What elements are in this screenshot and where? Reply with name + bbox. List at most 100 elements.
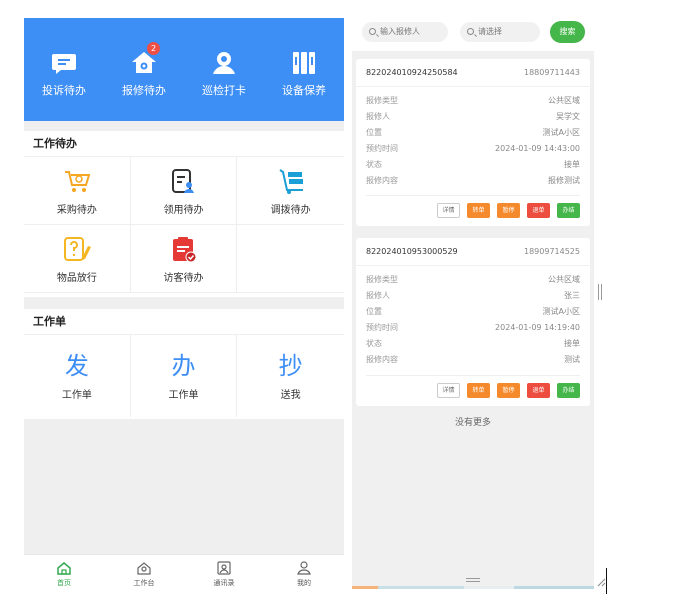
reporter-placeholder: 输入报修人 [380, 27, 420, 36]
transfer-button[interactable]: 转单 [467, 203, 490, 218]
select-placeholder: 请选择 [478, 27, 502, 36]
todo-item-release[interactable]: 物品放行 [24, 225, 131, 293]
home-icon [56, 560, 72, 576]
bottom-drag-area [352, 575, 594, 589]
card-row: 报修人 张三 [356, 287, 590, 303]
card-row: 报修内容 测试 [356, 351, 590, 367]
todo-label: 调拨待办 [270, 204, 311, 216]
todo-purchase[interactable]: 采购待办 [24, 157, 131, 225]
chat-icon [49, 48, 79, 78]
section-title: 工作单 [24, 309, 344, 335]
row-value: 测试 [564, 354, 580, 364]
complete-button[interactable]: 办结 [557, 383, 580, 398]
pane-divider-handle[interactable] [598, 284, 602, 300]
return-button[interactable]: 退单 [527, 203, 550, 218]
card-actions: 详情 转单 暂停 退单 办结 [437, 203, 580, 218]
todo-transfer[interactable]: 调拨待办 [237, 157, 344, 225]
row-value: 测试A小区 [542, 306, 580, 316]
row-label: 报修内容 [366, 175, 398, 185]
quick-action-label: 巡检打卡 [202, 84, 246, 97]
profile-icon [296, 560, 312, 576]
row-label: 报修人 [366, 111, 390, 121]
phone-number[interactable]: 18809711443 [524, 68, 580, 77]
row-value: 2024-01-09 14:19:40 [495, 322, 580, 332]
search-icon [467, 28, 474, 35]
quick-action-label: 设备保养 [282, 84, 326, 97]
row-label: 报修类型 [366, 95, 398, 105]
repair-badge: 2 [147, 42, 160, 55]
search-button[interactable]: 搜索 [550, 21, 585, 43]
detail-button[interactable]: 详情 [437, 203, 460, 218]
tab-label: 我的 [297, 578, 311, 587]
quick-actions-banner: 投诉待办 2 报修待办 巡检打卡 设备保养 [24, 18, 344, 121]
repair-list-screen: 输入报修人 请选择 搜索 822024010924250584 18809711… [352, 13, 594, 589]
work-order-char: 抄 [278, 351, 303, 380]
row-label: 预约时间 [366, 322, 398, 332]
phone-number[interactable]: 18909714525 [524, 247, 580, 256]
work-order-cc[interactable]: 抄 送我 [237, 335, 344, 417]
text-cursor [606, 568, 607, 594]
work-order-send[interactable]: 发 工作单 [24, 335, 131, 417]
detail-button[interactable]: 详情 [437, 383, 460, 398]
work-order-label: 送我 [280, 389, 301, 401]
type-select[interactable]: 请选择 [460, 22, 540, 42]
quick-action-label: 投诉待办 [42, 84, 86, 97]
quick-action-repair[interactable]: 2 报修待办 [104, 18, 184, 121]
pause-button[interactable]: 暂停 [497, 203, 520, 218]
row-label: 状态 [366, 159, 382, 169]
row-label: 报修内容 [366, 354, 398, 364]
todo-visitor[interactable]: 访客待办 [130, 225, 238, 293]
todo-empty-cell [237, 225, 344, 293]
card-row: 报修类型 公共区域 [356, 92, 590, 108]
complete-button[interactable]: 办结 [557, 203, 580, 218]
card-row: 位置 测试A小区 [356, 124, 590, 140]
row-value: 2024-01-09 14:43:00 [495, 143, 580, 153]
work-todo-section: 工作待办 采购待办 领用待办 调拨待办 物品放行 访客待办 [24, 131, 344, 297]
card-row: 报修类型 公共区域 [356, 271, 590, 287]
work-order-handle[interactable]: 办 工作单 [131, 335, 238, 417]
row-value: 张三 [564, 290, 580, 300]
tab-label: 工作台 [133, 578, 155, 587]
tab-workbench[interactable]: 工作台 [104, 555, 184, 592]
transfer-button[interactable]: 转单 [467, 383, 490, 398]
tab-label: 首页 [57, 578, 71, 587]
row-value: 公共区域 [548, 274, 580, 284]
resize-handle-icon[interactable] [596, 572, 606, 587]
quick-action-complaint[interactable]: 投诉待办 [24, 18, 104, 121]
repair-card[interactable]: 822024010924250584 18809711443 报修类型 公共区域 … [356, 59, 590, 226]
row-value: 公共区域 [548, 95, 580, 105]
quick-action-equipment[interactable]: 设备保养 [264, 18, 344, 121]
quick-action-label: 报修待办 [122, 84, 166, 97]
drag-handle-icon[interactable] [466, 578, 480, 582]
row-value: 接单 [564, 338, 580, 348]
pause-button[interactable]: 暂停 [497, 383, 520, 398]
tab-contacts[interactable]: 通讯录 [184, 555, 264, 592]
tab-label: 通讯录 [213, 578, 235, 587]
transfer-icon [276, 166, 306, 196]
home-screen: 投诉待办 2 报修待办 巡检打卡 设备保养 工作待办 采购待办 领用待办 调拨待… [24, 18, 344, 592]
card-row: 状态 接单 [356, 156, 590, 172]
bottom-tabbar: 首页 工作台 通讯录 我的 [24, 554, 344, 592]
reporter-search-input[interactable]: 输入报修人 [362, 22, 448, 42]
todo-label: 领用待办 [163, 204, 204, 216]
card-row: 报修内容 报修测试 [356, 172, 590, 188]
card-actions: 详情 转单 暂停 退单 办结 [437, 383, 580, 398]
patrol-user-icon [209, 48, 239, 78]
todo-receive[interactable]: 领用待办 [130, 157, 238, 225]
receive-icon [168, 166, 198, 196]
return-button[interactable]: 退单 [527, 383, 550, 398]
row-label: 位置 [366, 127, 382, 137]
row-label: 预约时间 [366, 143, 398, 153]
tab-home[interactable]: 首页 [24, 555, 104, 592]
row-value: 报修测试 [548, 175, 580, 185]
cart-icon [62, 166, 92, 196]
repair-card[interactable]: 822024010953000529 18909714525 报修类型 公共区域 … [356, 238, 590, 406]
todo-label: 物品放行 [56, 272, 97, 284]
color-strip [352, 586, 594, 589]
tab-profile[interactable]: 我的 [264, 555, 344, 592]
search-icon [369, 28, 376, 35]
row-value: 吴学文 [556, 111, 580, 121]
row-label: 报修人 [366, 290, 390, 300]
quick-action-patrol[interactable]: 巡检打卡 [184, 18, 264, 121]
work-order-char: 办 [171, 351, 196, 380]
